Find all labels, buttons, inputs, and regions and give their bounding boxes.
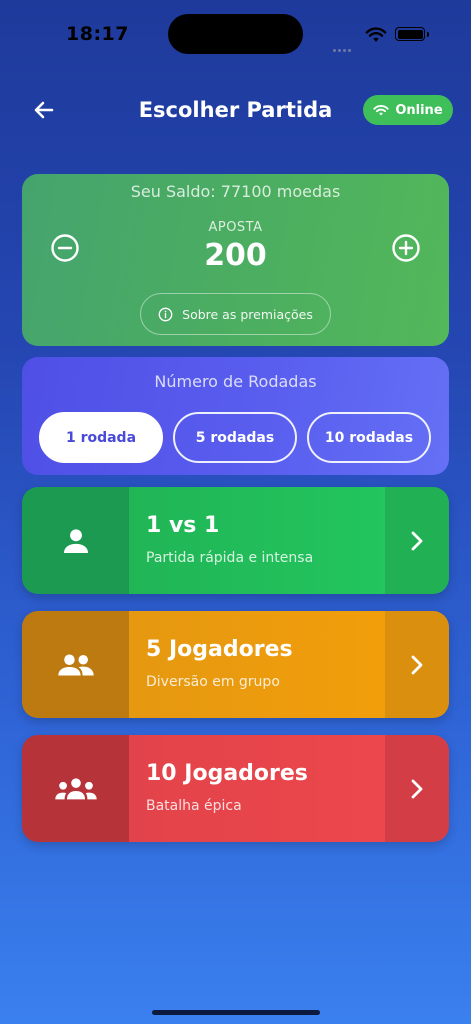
person-icon	[63, 528, 88, 553]
chevron-right-icon	[411, 531, 423, 550]
round-option-10[interactable]: 10 rodadas	[307, 412, 431, 463]
mode-description: Diversão em grupo	[146, 674, 280, 690]
mode-arrow	[385, 735, 449, 842]
mode-name: 10 Jogadores	[146, 761, 308, 786]
wifi-status-icon	[365, 27, 387, 42]
mode-body: 10 Jogadores Batalha épica	[129, 735, 385, 842]
mode-card-10-players[interactable]: 10 Jogadores Batalha épica	[22, 735, 449, 842]
mode-body: 1 vs 1 Partida rápida e intensa	[129, 487, 385, 594]
bet-card: Seu Saldo: 77100 moedas APOSTA 200 Sobre…	[22, 174, 449, 346]
mode-card-5-players[interactable]: 5 Jogadores Diversão em grupo	[22, 611, 449, 718]
prize-info-button[interactable]: Sobre as premiações	[140, 293, 331, 335]
online-status-badge: Online	[363, 95, 453, 125]
increase-bet-button[interactable]	[391, 233, 421, 263]
round-option-5[interactable]: 5 rodadas	[173, 412, 297, 463]
mode-icon-box	[22, 611, 129, 718]
online-label: Online	[395, 102, 443, 118]
wifi-icon	[373, 104, 389, 115]
cellular-signal-icon	[333, 37, 353, 56]
status-bar: 18:17	[0, 0, 471, 70]
mode-body: 5 Jogadores Diversão em grupo	[129, 611, 385, 718]
mode-arrow	[385, 487, 449, 594]
group-icon	[57, 654, 94, 675]
round-option-1[interactable]: 1 rodada	[39, 412, 163, 463]
mode-card-1v1[interactable]: 1 vs 1 Partida rápida e intensa	[22, 487, 449, 594]
mode-icon-box	[22, 735, 129, 842]
status-time: 18:17	[66, 23, 129, 45]
rounds-card: Número de Rodadas 1 rodada 5 rodadas 10 …	[22, 357, 449, 475]
bet-label: APOSTA	[208, 220, 263, 235]
chevron-right-icon	[411, 779, 423, 798]
dynamic-island	[168, 14, 303, 54]
mode-description: Partida rápida e intensa	[146, 550, 314, 566]
rounds-title: Número de Rodadas	[154, 372, 317, 391]
decrease-bet-button[interactable]	[50, 233, 80, 263]
info-icon	[158, 307, 173, 321]
prize-info-label: Sobre as premiações	[182, 306, 313, 322]
groups-icon	[54, 777, 97, 799]
bet-value: 200	[204, 238, 267, 273]
home-indicator[interactable]	[152, 1010, 320, 1015]
mode-name: 5 Jogadores	[146, 637, 293, 662]
balance-text: Seu Saldo: 77100 moedas	[130, 182, 341, 201]
mode-arrow	[385, 611, 449, 718]
mode-description: Batalha épica	[146, 798, 242, 814]
battery-icon	[395, 27, 429, 41]
chevron-right-icon	[411, 655, 423, 674]
mode-icon-box	[22, 487, 129, 594]
mode-name: 1 vs 1	[146, 513, 220, 538]
